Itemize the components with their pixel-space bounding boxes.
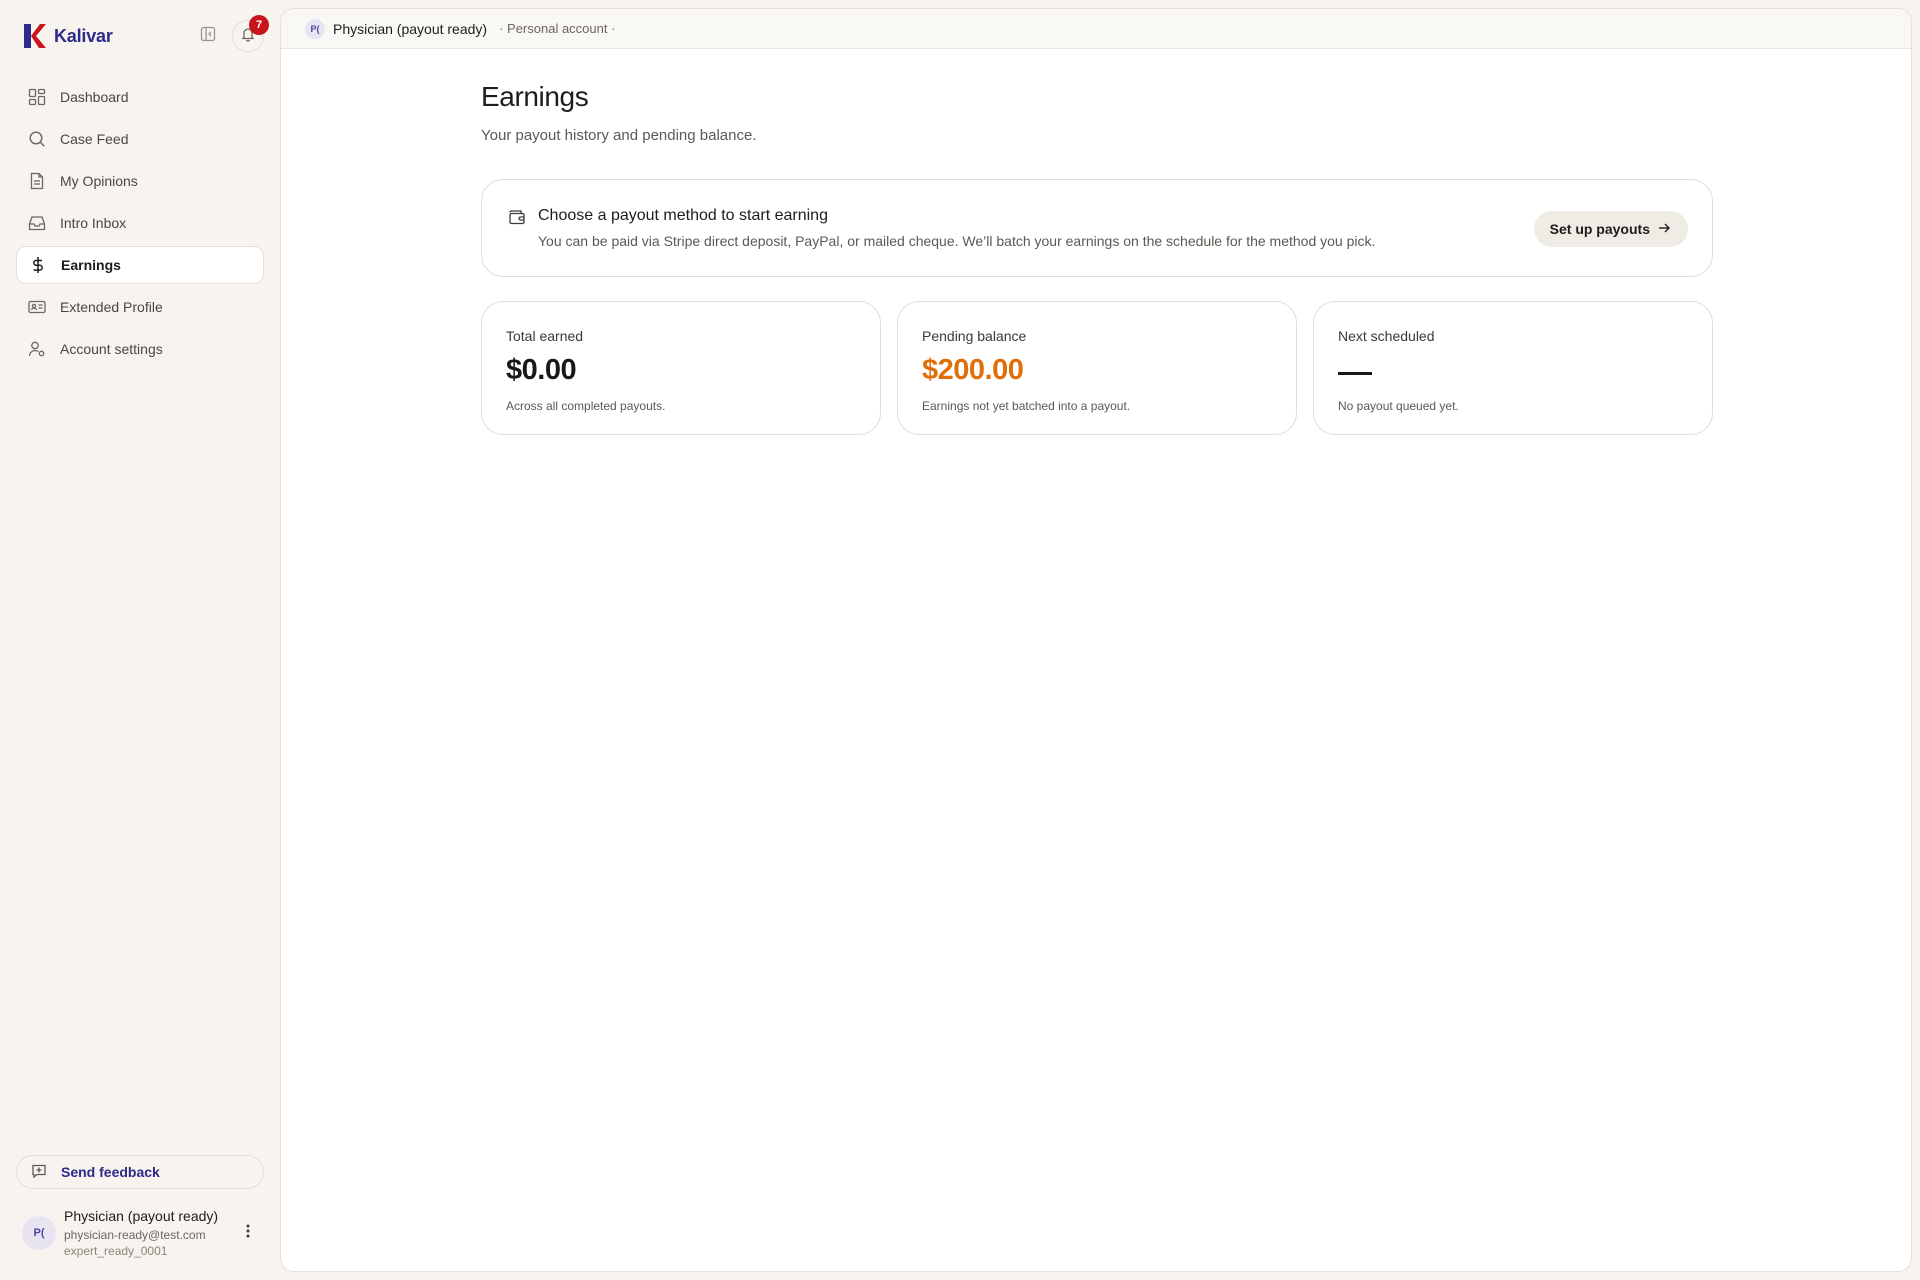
sidebar-toggle-icon [200,26,216,47]
sidebar-item-extended-profile[interactable]: Extended Profile [16,288,264,326]
sidebar: Kalivar 7 Dashboard Case Feed My Opinion… [0,0,280,1280]
total-earned-card: Total earned $0.00 Across all completed … [481,301,881,435]
sidebar-item-intro-inbox[interactable]: Intro Inbox [16,204,264,242]
collapse-sidebar-button[interactable] [198,26,218,46]
main-panel: P( Physician (payout ready) · Personal a… [280,8,1912,1272]
sidebar-item-label: Account settings [60,341,163,357]
sidebar-nav: Dashboard Case Feed My Opinions Intro In… [16,78,264,372]
dollar-icon [29,256,47,274]
sidebar-item-case-feed[interactable]: Case Feed [16,120,264,158]
sidebar-item-label: Dashboard [60,89,129,105]
set-up-payouts-label: Set up payouts [1549,221,1650,237]
app-root: Kalivar 7 Dashboard Case Feed My Opinion… [0,0,1920,1280]
banner-title: Choose a payout method to start earning [538,207,828,224]
stat-note: Earnings not yet batched into a payout. [922,399,1131,413]
sidebar-item-earnings[interactable]: Earnings [16,246,264,284]
stat-note: No payout queued yet. [1338,399,1459,413]
sidebar-item-label: My Opinions [60,173,138,189]
user-name: Physician (payout ready) [64,1208,219,1224]
page-subtitle: Your payout history and pending balance. [481,127,757,144]
document-icon [28,172,46,190]
set-up-payouts-button[interactable]: Set up payouts [1533,211,1688,247]
feedback-icon [31,1163,47,1182]
brand-name: Kalivar [54,25,113,46]
stat-label: Total earned [506,328,584,344]
arrow-right-icon [1658,221,1670,237]
stat-label: Pending balance [922,328,1027,344]
earnings-stats: Total earned $0.00 Across all completed … [481,301,1713,435]
pending-balance-value: $200.00 [922,354,1024,386]
stat-label: Next scheduled [1338,328,1435,344]
id-card-icon [28,298,46,316]
sidebar-item-account-settings[interactable]: Account settings [16,330,264,368]
user-id: expert_ready_0001 [64,1244,168,1258]
user-menu-button[interactable] [240,1222,256,1244]
user-account-card: P( Physician (payout ready) physician-re… [22,1206,262,1262]
inbox-icon [28,214,46,232]
sidebar-item-label: Earnings [61,257,121,273]
payout-method-banner: Choose a payout method to start earning … [481,179,1713,277]
sidebar-item-label: Intro Inbox [60,215,127,231]
sidebar-item-label: Case Feed [60,131,129,147]
total-earned-value: $0.00 [506,354,577,386]
avatar: P( [22,1216,56,1250]
user-email: physician-ready@test.com [64,1228,206,1242]
user-settings-icon [28,340,46,358]
more-vertical-icon [246,1224,250,1243]
sidebar-item-my-opinions[interactable]: My Opinions [16,162,264,200]
banner-description: You can be paid via Stripe direct deposi… [538,233,1376,249]
dashboard-icon [28,88,46,106]
notification-count-badge: 7 [249,15,269,35]
search-icon [28,130,46,148]
sidebar-item-label: Extended Profile [60,299,163,315]
send-feedback-label: Send feedback [61,1164,160,1180]
topbar-avatar: P( [305,18,325,39]
kalivar-logo-icon [22,23,46,49]
topbar-account-name: Physician (payout ready) [333,20,488,37]
sidebar-item-dashboard[interactable]: Dashboard [16,78,264,116]
notifications-button[interactable]: 7 [232,15,269,52]
next-scheduled-card: Next scheduled No payout queued yet. [1313,301,1713,435]
account-context-bar: P( Physician (payout ready) · Personal a… [281,9,1911,49]
empty-value-dash [1338,372,1372,375]
stat-note: Across all completed payouts. [506,399,666,413]
brand[interactable]: Kalivar [22,22,113,50]
page-title: Earnings [481,81,589,112]
wallet-icon [508,208,526,226]
send-feedback-button[interactable]: Send feedback [16,1155,264,1189]
pending-balance-card: Pending balance $200.00 Earnings not yet… [897,301,1297,435]
topbar-account-type: · Personal account · [499,21,616,36]
